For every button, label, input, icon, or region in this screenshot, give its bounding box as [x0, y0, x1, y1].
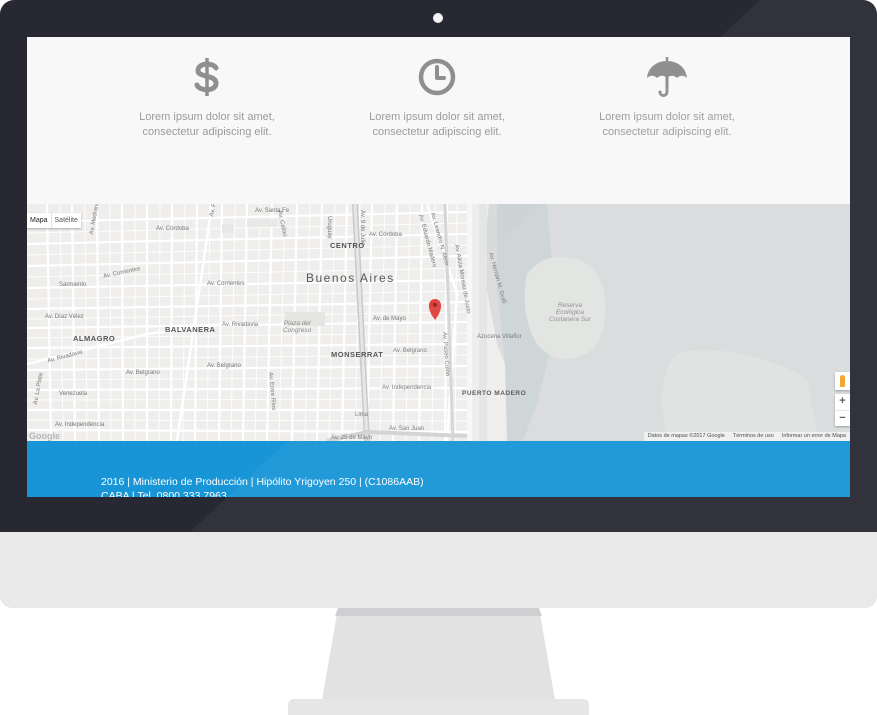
map-street-label: Av. Corrientes: [207, 281, 245, 287]
map-street-label: Av. Díaz Vélez: [45, 314, 84, 320]
map-street-label: Lima: [355, 412, 369, 418]
map-street-label: Av. Córdoba: [369, 232, 402, 238]
map-city-label: Buenos Aires: [306, 271, 395, 285]
monitor-bezel: Lorem ipsum dolor sit amet, consectetur …: [0, 0, 877, 532]
footer-text: 2016 | Ministerio de Producción | Hipóli…: [101, 475, 461, 497]
street-view-pegman-icon[interactable]: [835, 372, 850, 390]
map-street-label: Av. San Juan: [389, 426, 425, 432]
site-footer: 2016 | Ministerio de Producción | Hipóli…: [27, 441, 850, 497]
map-type-map-button[interactable]: Mapa: [27, 213, 51, 228]
map-place-label: Reserva Ecológica Costanera Sur: [549, 302, 591, 323]
map-street-label: Av. Independencia: [55, 422, 105, 428]
map-street-label: Av. de Mayo: [373, 316, 406, 322]
map-attribution: Datos de mapas ©2017 Google Términos de …: [643, 432, 850, 441]
map-type-satellite-button[interactable]: Satélite: [50, 213, 81, 228]
dollar-icon: [194, 58, 219, 96]
location-pin-icon: [429, 299, 441, 320]
feature-text-line2: consectetur adipiscing elit.: [602, 126, 732, 138]
feature-text-line1: Lorem ipsum dolor sit amet,: [369, 111, 505, 123]
umbrella-icon: [647, 57, 687, 97]
footer-address-line: 2016 | Ministerio de Producción | Hipóli…: [101, 476, 424, 488]
features-section: Lorem ipsum dolor sit amet, consectetur …: [27, 37, 850, 204]
map-place-label: Plaza del Congreso: [283, 320, 312, 334]
feature-text-line1: Lorem ipsum dolor sit amet,: [599, 111, 735, 123]
map-street-label: Av. Córdoba: [156, 226, 189, 232]
footer-phone-line: CABA | Tel. 0800 333 7963: [101, 490, 227, 497]
monitor-stand-neck: [322, 608, 555, 700]
screen: Lorem ipsum dolor sit amet, consectetur …: [27, 37, 850, 497]
map-data-credit: Datos de mapas ©2017 Google: [647, 433, 725, 439]
google-map[interactable]: Mapa Satélite Buenos Aires CENTRO BALVAN…: [27, 204, 850, 441]
map-street-label: Uruguay: [326, 216, 332, 239]
monitor-stand-base: [288, 699, 589, 715]
map-street-label: Av. 9 de Julio: [359, 210, 365, 246]
map-district-label: PUERTO MADERO: [462, 390, 527, 397]
map-street-label: Av. Independencia: [382, 385, 432, 391]
zoom-in-button[interactable]: +: [835, 394, 850, 410]
clock-icon: [418, 58, 456, 96]
zoom-control: + −: [835, 394, 850, 426]
map-report-link[interactable]: Informar un error de Mapa: [778, 432, 850, 441]
map-terms-link[interactable]: Términos de uso: [729, 432, 778, 441]
camera-dot: [433, 13, 443, 23]
map-street-label: Venezuela: [59, 391, 88, 397]
map-street-label: Av. Santa Fe: [255, 208, 290, 214]
map-district-label: MONSERRAT: [331, 350, 384, 359]
map-street-label: Av. Rivadavia: [222, 322, 259, 328]
map-type-control: Mapa Satélite: [27, 213, 81, 228]
monitor-chin: [0, 532, 877, 608]
map-street-label: Azucena Villaflor: [477, 334, 522, 340]
map-street-label: Sarmiento: [59, 282, 87, 288]
feature-text-line2: consectetur adipiscing elit.: [372, 126, 502, 138]
map-district-label: BALVANERA: [165, 325, 216, 334]
feature-text-line2: consectetur adipiscing elit.: [142, 126, 272, 138]
map-street-label: Av. Belgrano: [393, 348, 427, 354]
feature-item: Lorem ipsum dolor sit amet, consectetur …: [322, 55, 552, 140]
feature-item: Lorem ipsum dolor sit amet, consectetur …: [92, 55, 322, 140]
zoom-out-button[interactable]: −: [835, 410, 850, 427]
google-logo: Google: [29, 431, 60, 441]
feature-item: Lorem ipsum dolor sit amet, consectetur …: [552, 55, 782, 140]
feature-text-line1: Lorem ipsum dolor sit amet,: [139, 111, 275, 123]
map-street-label: Av. Belgrano: [126, 370, 160, 376]
map-street-label: Av. Belgrano: [207, 363, 241, 369]
map-district-label: ALMAGRO: [73, 334, 116, 343]
